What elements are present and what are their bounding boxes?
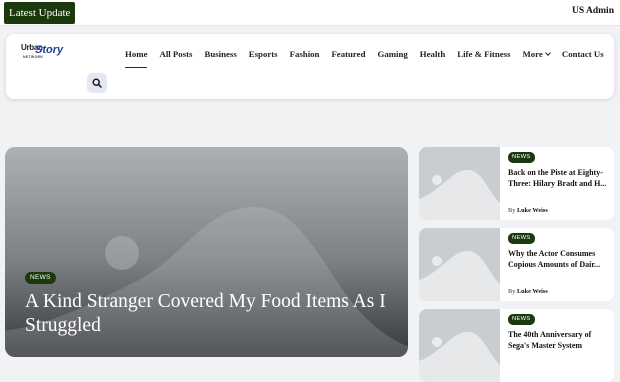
nav-item-contact-us[interactable]: Contact Us [562,48,604,62]
admin-label[interactable]: US Admin [572,6,620,16]
author-name[interactable]: Luke Weiss [517,288,548,295]
post-author: By Luke Weiss [508,288,548,295]
side-post-card[interactable]: NEWS Back on the Piste at Eighty-Three: … [419,147,614,220]
image-placeholder-icon [419,228,500,301]
header-nav-card: Urban Story NETWORK Home All Posts Busin… [6,34,614,99]
nav-item-gaming[interactable]: Gaming [377,48,407,62]
nav-item-life-fitness[interactable]: Life & Fitness [457,48,510,62]
nav-item-esports[interactable]: Esports [249,48,278,62]
author-by-label: By [508,288,516,295]
search-button[interactable] [87,73,107,93]
image-placeholder-icon [419,147,500,220]
nav-item-fashion[interactable]: Fashion [290,48,320,62]
author-name[interactable]: Luke Weiss [517,207,548,214]
nav-item-featured[interactable]: Featured [331,48,365,62]
top-bar: Latest Update US Admin [0,0,620,26]
side-post-card[interactable]: NEWS The 40th Anniversary of Sega's Mast… [419,309,614,382]
nav-item-more[interactable]: More [522,48,551,62]
latest-update-label: Latest Update [4,2,76,24]
main-nav: Home All Posts Business Esports Fashion … [125,48,616,68]
post-title[interactable]: Why the Actor Consumes Copious Amounts o… [508,248,609,270]
chevron-down-icon [545,50,551,56]
nav-more-label: More [522,49,543,59]
hero-category-badge[interactable]: NEWS [25,272,56,284]
search-icon [92,78,102,88]
site-logo[interactable]: Urban Story NETWORK [21,43,63,61]
nav-item-home[interactable]: Home [125,48,148,68]
category-badge[interactable]: NEWS [508,152,535,163]
nav-item-business[interactable]: Business [204,48,236,62]
hero-post-title[interactable]: A Kind Stranger Covered My Food Items As… [25,290,405,338]
nav-item-all-posts[interactable]: All Posts [159,48,192,62]
hero-post-card[interactable]: NEWS A Kind Stranger Covered My Food Ite… [5,147,408,357]
category-badge[interactable]: NEWS [508,314,535,325]
nav-item-health[interactable]: Health [420,48,445,62]
post-title[interactable]: Back on the Piste at Eighty-Three: Hilar… [508,167,609,189]
author-by-label: By [508,207,516,214]
post-thumbnail[interactable] [419,147,500,220]
post-title[interactable]: The 40th Anniversary of Sega's Master Sy… [508,329,609,351]
side-post-card[interactable]: NEWS Why the Actor Consumes Copious Amou… [419,228,614,301]
post-thumbnail[interactable] [419,228,500,301]
post-thumbnail[interactable] [419,309,500,382]
category-badge[interactable]: NEWS [508,233,535,244]
logo-text-network: NETWORK [23,55,44,59]
image-placeholder-icon [419,309,500,382]
post-author: By Luke Weiss [508,207,548,214]
